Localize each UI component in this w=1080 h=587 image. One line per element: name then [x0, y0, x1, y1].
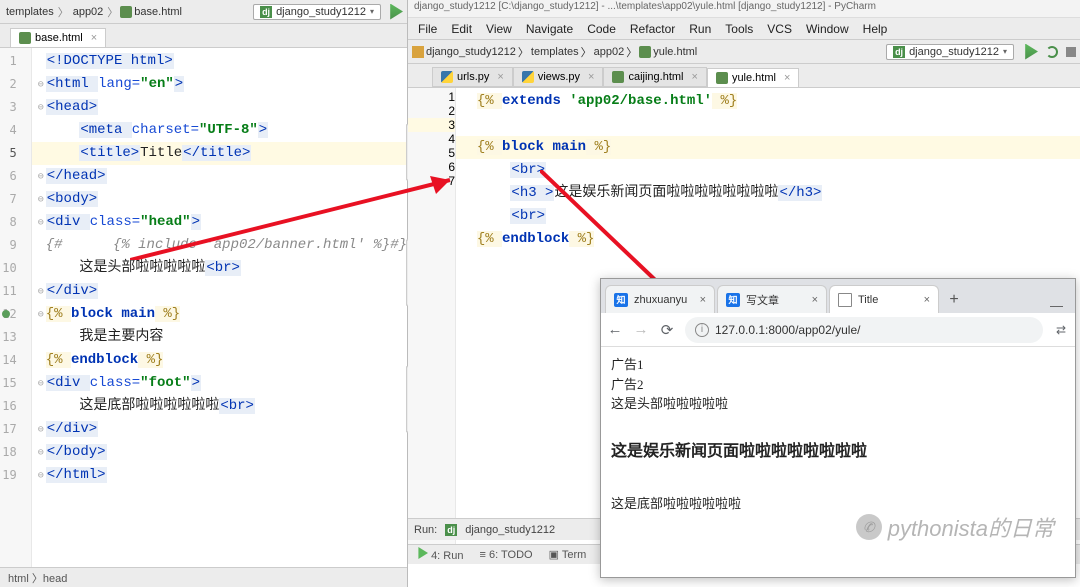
django-icon: dj [445, 524, 457, 536]
run-config-name: django_study1212 [276, 6, 366, 18]
window-controls: — [1042, 298, 1071, 313]
browser-tab-strip: 知 zhuxuanyu × 知 写文章 × Title × + — [601, 279, 1075, 313]
menu-code[interactable]: Code [581, 20, 622, 38]
reload-icon[interactable]: ⟳ [659, 322, 675, 338]
code-content[interactable]: <!DOCTYPE html> ⊖<html lang="en"> ⊖<head… [32, 48, 407, 568]
chevron-down-icon: ▾ [370, 7, 374, 16]
python-file-icon [522, 71, 534, 83]
line-gutter: 1234 5678 9101112 13141516 171819 [0, 48, 32, 568]
translate-icon[interactable]: ⇄ [1053, 322, 1069, 338]
breadcrumb-item[interactable]: yule.html [653, 46, 697, 58]
run-icon[interactable] [387, 4, 403, 20]
menu-window[interactable]: Window [800, 20, 855, 38]
btn-todo[interactable]: ≡ 6: TODO [479, 549, 532, 561]
editor-tab-caijing[interactable]: caijing.html× [603, 67, 706, 87]
wechat-icon: ✆ [856, 514, 882, 540]
menu-vcs[interactable]: VCS [761, 20, 798, 38]
close-icon[interactable]: × [692, 71, 698, 83]
html-file-icon [120, 6, 132, 18]
close-icon[interactable]: × [588, 71, 594, 83]
page-text: 广告2 [611, 375, 1065, 395]
django-icon: dj [893, 46, 905, 58]
close-icon[interactable]: × [812, 294, 818, 306]
rendered-page: 广告1 广告2 这是头部啦啦啦啦啦 这是娱乐新闻页面啦啦啦啦啦啦啦啦 这是底部啦… [601, 347, 1075, 521]
stop-icon[interactable] [1066, 47, 1076, 57]
run-config-selector[interactable]: dj django_study1212 ▾ [886, 44, 1014, 60]
html-file-icon [612, 71, 624, 83]
address-bar[interactable]: i 127.0.0.1:8000/app02/yule/ [685, 317, 1043, 343]
line-gutter: 123 4567 [408, 88, 456, 558]
tab-label: 写文章 [746, 292, 779, 308]
menu-tools[interactable]: Tools [719, 20, 759, 38]
editor-tabs-left: base.html × [0, 24, 407, 48]
page-heading: 这是娱乐新闻页面啦啦啦啦啦啦啦啦 [611, 440, 1065, 464]
close-icon[interactable]: × [91, 32, 97, 44]
project-icon [412, 46, 424, 58]
url-text: 127.0.0.1:8000/app02/yule/ [715, 323, 860, 337]
menu-run[interactable]: Run [683, 20, 717, 38]
html-file-icon [639, 46, 651, 58]
browser-tab[interactable]: 知 zhuxuanyu × [605, 285, 715, 313]
menu-view[interactable]: View [480, 20, 518, 38]
menu-refactor[interactable]: Refactor [624, 20, 681, 38]
tab-label: zhuxuanyu [634, 294, 687, 306]
close-icon[interactable]: × [924, 294, 930, 306]
html-file-icon [716, 72, 728, 84]
page-text: 广告1 [611, 355, 1065, 375]
run-label: Run: [414, 524, 437, 536]
editor-tabs-right: urls.py× views.py× caijing.html× yule.ht… [408, 64, 1080, 88]
editor-tab-urls[interactable]: urls.py× [432, 67, 513, 87]
reload-icon[interactable] [1046, 46, 1058, 58]
run-config-name: django_study1212 [465, 524, 555, 536]
breadcrumb-item[interactable]: app02 [71, 6, 106, 18]
editor-tab-yule[interactable]: yule.html× [707, 68, 799, 87]
tab-label: Title [858, 294, 878, 306]
close-icon[interactable]: × [700, 294, 706, 306]
breadcrumb-item[interactable]: django_study1212 [426, 46, 516, 58]
browser-toolbar: ← → ⟳ i 127.0.0.1:8000/app02/yule/ ⇄ [601, 313, 1075, 347]
browser-tab[interactable]: 知 写文章 × [717, 285, 827, 313]
breadcrumb-right: django_study1212〉 templates〉 app02〉 yule… [408, 40, 1080, 64]
code-editor-left[interactable]: 1234 5678 9101112 13141516 171819 <!DOCT… [0, 48, 407, 568]
menu-navigate[interactable]: Navigate [520, 20, 579, 38]
watermark: ✆ pythonista的日常 [856, 511, 1054, 543]
breadcrumb-item[interactable]: templates [531, 46, 579, 58]
zhihu-icon: 知 [726, 293, 740, 307]
site-info-icon[interactable]: i [695, 323, 709, 337]
btn-run[interactable]: 4: Run [416, 547, 463, 562]
new-tab-button[interactable]: + [941, 287, 967, 313]
python-file-icon [441, 71, 453, 83]
run-config-selector[interactable]: dj django_study1212 ▾ [253, 4, 381, 20]
breadcrumb-item[interactable]: app02 [594, 46, 625, 58]
close-icon[interactable]: × [497, 71, 503, 83]
page-text: 这是头部啦啦啦啦啦 [611, 394, 1065, 414]
menu-edit[interactable]: Edit [445, 20, 478, 38]
html-file-icon [19, 32, 31, 44]
forward-icon[interactable]: → [633, 322, 649, 338]
window-title: django_study1212 [C:\django_study1212] -… [408, 0, 1080, 18]
page-icon [838, 293, 852, 307]
tab-label: base.html [35, 32, 83, 44]
breadcrumb-left: templates〉 app02〉 base.html dj django_st… [0, 0, 407, 24]
btn-terminal[interactable]: ▣ Term [549, 548, 587, 561]
breadcrumb-item[interactable]: base.html [132, 6, 184, 18]
watermark-text: pythonista的日常 [888, 511, 1054, 543]
close-icon[interactable]: × [784, 72, 790, 84]
menu-help[interactable]: Help [857, 20, 894, 38]
run-icon[interactable] [1022, 44, 1038, 60]
editor-tab-views[interactable]: views.py× [513, 67, 604, 87]
django-icon: dj [260, 6, 272, 18]
editor-tab-base-html[interactable]: base.html × [10, 28, 106, 47]
minimize-icon[interactable]: — [1050, 298, 1063, 313]
back-icon[interactable]: ← [607, 322, 623, 338]
zhihu-icon: 知 [614, 293, 628, 307]
browser-tab-active[interactable]: Title × [829, 285, 939, 313]
chevron-down-icon: ▾ [1003, 47, 1007, 56]
menu-file[interactable]: File [412, 20, 443, 38]
run-config-name: django_study1212 [909, 46, 999, 58]
menu-bar: File Edit View Navigate Code Refactor Ru… [408, 18, 1080, 40]
breadcrumb-item[interactable]: templates [4, 6, 56, 18]
ide-window-left: templates〉 app02〉 base.html dj django_st… [0, 0, 408, 587]
structure-breadcrumb[interactable]: html 〉head [0, 567, 407, 587]
